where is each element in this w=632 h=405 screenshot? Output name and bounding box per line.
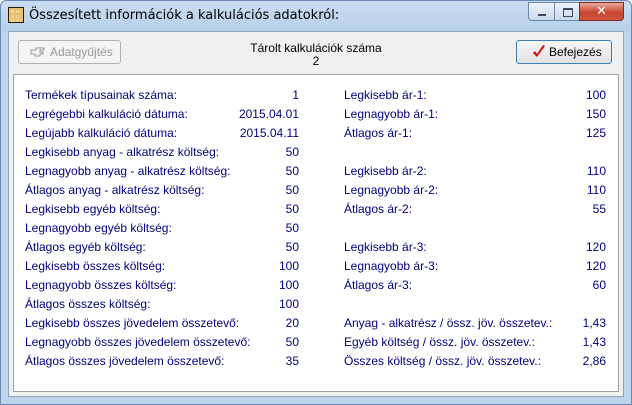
summary-value: 125 [585,126,606,140]
summary-row: Legkisebb ár-3: 120 [344,239,606,255]
summary-value: 100 [278,259,299,273]
summary-row: Legnagyobb ár-1: 150 [344,106,606,122]
summary-row: Anyag - alkatrész / össz. jöv. összetev.… [344,315,606,331]
summary-label: Átlagos összes jövedelem összetevő: [25,354,225,368]
summary-value: 50 [285,335,299,349]
summary-row: Termékek típusainak száma: 1 [25,87,299,103]
summary-label: Egyéb költség / össz. jöv. összetev.: [344,335,535,349]
summary-row: Legnagyobb ár-2: 110 [344,182,606,198]
red-check-icon [533,45,545,57]
summary-row: Átlagos ár-3: 60 [344,277,606,293]
summary-value: 100 [278,278,299,292]
summary-value: 2,86 [582,354,606,368]
summary-label: Legkisebb egyéb költség: [25,202,161,216]
summary-label: Legújabb kalkuláció dátuma: [25,126,178,140]
summary-row: Átlagos összes költség: 100 [25,296,299,312]
summary-row: Legkisebb ár-2: 110 [344,163,606,179]
summary-value: 1,43 [582,316,606,330]
summary-label: Átlagos ár-1: [344,126,413,140]
summary-label: Legnagyobb ár-1: [344,107,439,121]
summary-row: Legnagyobb egyéb költség: 50 [25,220,299,236]
summary-row: Egyéb költség / össz. jöv. összetev.: 1,4… [344,334,606,350]
summary-row: Átlagos összes jövedelem összetevő: 35 [25,353,299,369]
summary-label: Legkisebb összes költség: [25,259,166,273]
summary-label: Legnagyobb ár-3: [344,259,439,273]
summary-label: Legnagyobb anyag - alkatrész költség: [25,164,231,178]
summary-row: Átlagos egyéb költség: 50 [25,239,299,255]
summary-label: Átlagos egyéb költség: [25,240,146,254]
close-button[interactable]: ✕ [579,2,624,21]
finish-button[interactable]: Befejezés [516,40,612,64]
summary-row: Legkisebb összes költség: 100 [25,258,299,274]
summary-label: Legnagyobb összes költség: [25,278,177,292]
summary-value: 50 [285,202,299,216]
summary-value: 100 [278,297,299,311]
summary-row: Összes költség / össz. jöv. összetev.: 2,… [344,353,606,369]
summary-label: Átlagos anyag - alkatrész költség: [25,183,205,197]
summary-panel: Termékek típusainak száma: 1 Legrégebbi k… [13,74,619,392]
summary-label: Legnagyobb ár-2: [344,183,439,197]
summary-label: Anyag - alkatrész / össz. jöv. összetev.… [344,316,553,330]
summary-value: 1,43 [582,335,606,349]
title-bar[interactable]: Összesített információk a kalkulációs ad… [1,1,631,31]
summary-value: 2015.04.01 [238,107,299,121]
summary-row: Legnagyobb ár-3: 120 [344,258,606,274]
summary-value: 2015.04.11 [239,126,299,140]
summary-label: Legrégebbi kalkuláció dátuma: [25,107,188,121]
summary-value: 100 [585,88,606,102]
summary-row: Átlagos ár-2: 55 [344,201,606,217]
summary-row: Legnagyobb anyag - alkatrész költség: 50 [25,163,299,179]
summary-value: 110 [586,183,606,197]
summary-label: Legnagyobb összes jövedelem összetevő: [25,335,251,349]
top-panel: Adatgyűjtés Tárolt kalkulációk száma 2 B… [9,32,623,72]
maximize-button[interactable] [554,2,580,21]
minimize-button[interactable] [528,2,555,21]
summary-value: 120 [585,259,606,273]
finish-label: Befejezés [549,45,602,59]
summary-row: Legnagyobb összes jövedelem összetevő: 50 [25,334,299,350]
summary-row: Legkisebb anyag - alkatrész költség: 50 [25,144,299,160]
summary-row: Legkisebb ár-1: 100 [344,87,606,103]
summary-label: Legkisebb ár-3: [344,240,427,254]
close-icon: ✕ [596,4,607,19]
summary-row: Legkisebb egyéb költség: 50 [25,201,299,217]
summary-value: 150 [585,107,606,121]
summary-value: 50 [285,183,299,197]
client-area: Adatgyűjtés Tárolt kalkulációk száma 2 B… [8,31,624,397]
summary-label: Átlagos ár-2: [344,202,413,216]
summary-label: Legnagyobb egyéb költség: [25,221,172,235]
summary-value: 55 [592,202,606,216]
summary-row: Átlagos anyag - alkatrész költség: 50 [25,182,299,198]
summary-value: 35 [285,354,299,368]
summary-label: Legkisebb összes jövedelem összetevő: [25,316,240,330]
summary-value: 110 [586,164,606,178]
summary-row: Legújabb kalkuláció dátuma: 2015.04.11 [25,125,299,141]
summary-value: 20 [285,316,299,330]
summary-row: Legrégebbi kalkuláció dátuma: 2015.04.01 [25,106,299,122]
summary-value: 50 [285,221,299,235]
summary-label: Átlagos ár-3: [344,278,413,292]
summary-row: Legnagyobb összes költség: 100 [25,277,299,293]
summary-label: Legkisebb anyag - alkatrész költség: [25,145,220,159]
summary-label: Termékek típusainak száma: [25,88,178,102]
summary-label: Legkisebb ár-2: [344,164,427,178]
summary-label: Összes költség / össz. jöv. összetev.: [344,354,541,368]
summary-value: 60 [592,278,606,292]
summary-value: 50 [285,145,299,159]
calculator-grid-icon[interactable] [8,7,24,23]
summary-row: Legkisebb összes jövedelem összetevő: 20 [25,315,299,331]
summary-value: 120 [585,240,606,254]
summary-row: Átlagos ár-1: 125 [344,125,606,141]
summary-value: 50 [285,240,299,254]
summary-value: 50 [285,164,299,178]
summary-label: Legkisebb ár-1: [344,88,427,102]
main-window: Összesített információk a kalkulációs ad… [0,0,632,405]
summary-value: 1 [292,88,299,102]
window-title: Összesített információk a kalkulációs ad… [29,8,340,23]
summary-label: Átlagos összes költség: [25,297,151,311]
